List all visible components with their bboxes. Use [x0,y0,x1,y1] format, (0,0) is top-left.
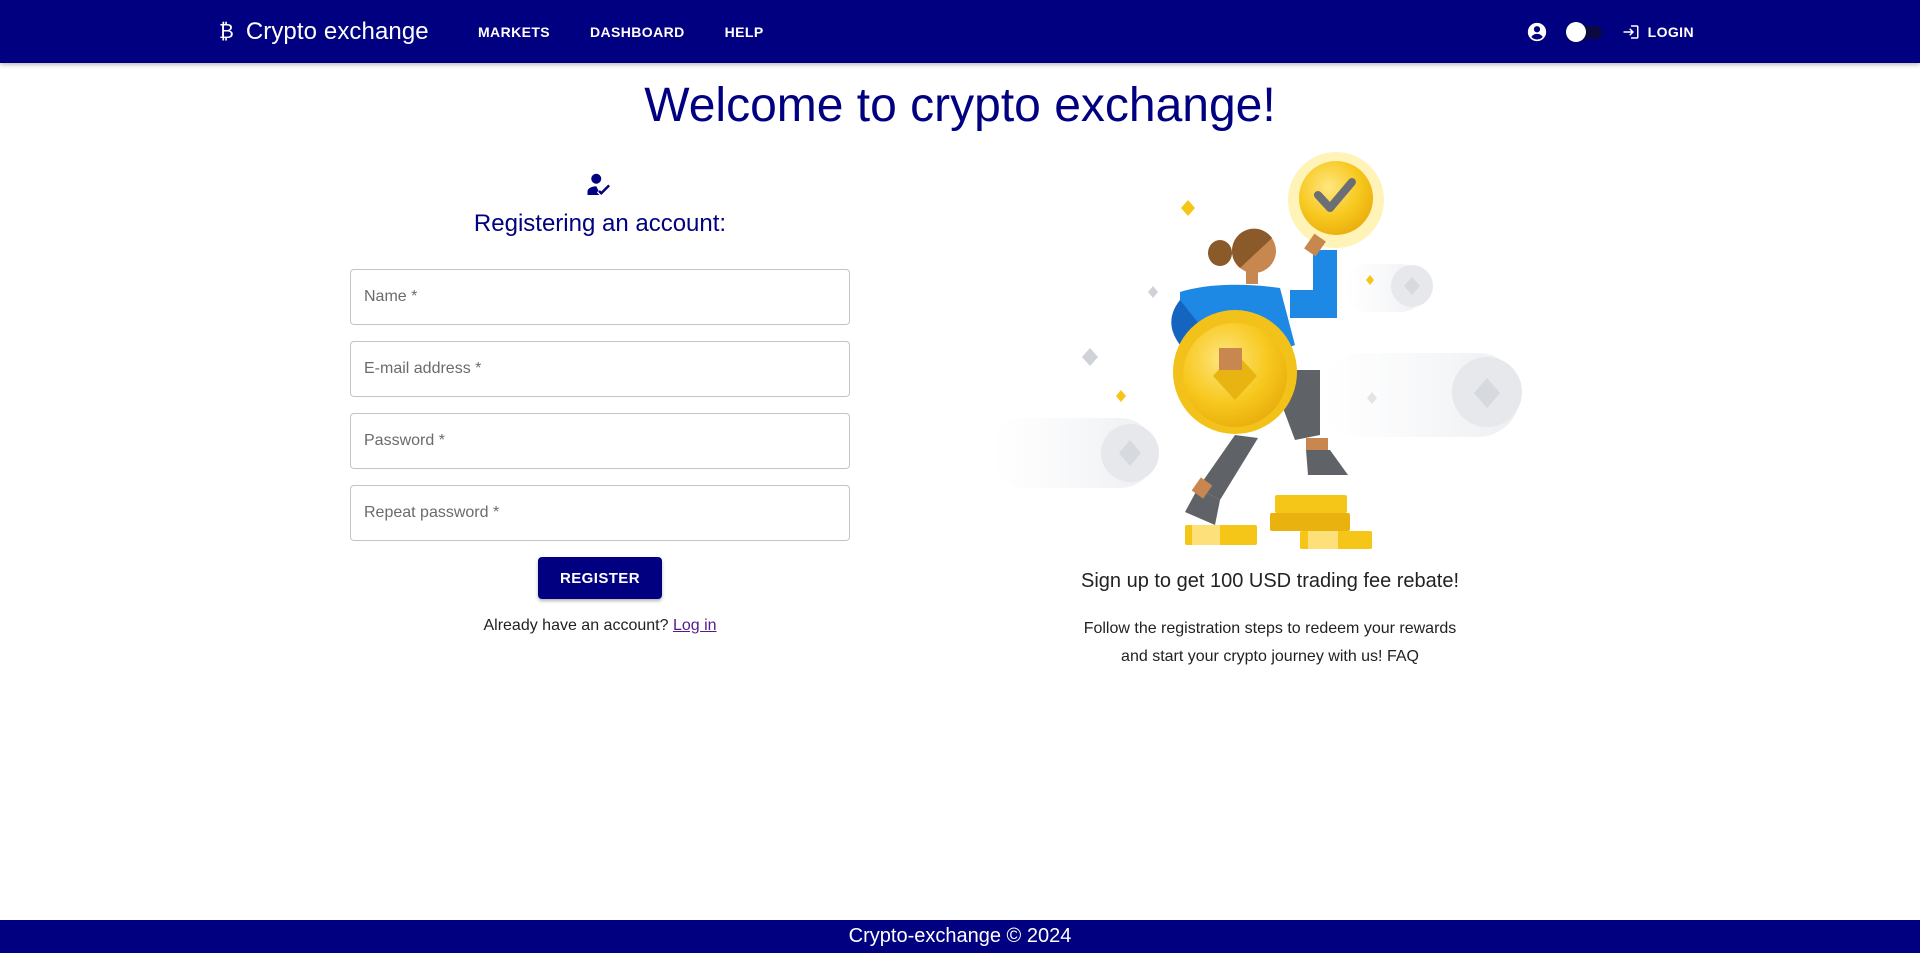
password-placeholder: Password * [364,432,445,449]
login-button[interactable]: LOGIN [1622,23,1694,41]
bitcoin-icon: ₿ [219,19,234,43]
registration-title: Registering an account: [473,210,727,237]
nav-dashboard[interactable]: DASHBOARD [582,16,693,48]
header-tools: LOGIN [1526,0,1694,63]
account-circle-icon[interactable] [1526,21,1548,43]
repeat-password-placeholder: Repeat password * [364,504,500,521]
login-prompt: Already have an account? Log in [350,617,850,635]
brand[interactable]: ₿ Crypto exchange [219,0,429,63]
nav-help[interactable]: HELP [717,16,772,48]
login-link[interactable]: Log in [673,617,717,634]
login-label: LOGIN [1647,23,1694,40]
register-button[interactable]: REGISTER [538,557,662,599]
brand-title: Crypto exchange [245,17,429,45]
toggle-thumb [1565,21,1586,42]
app-bar: ₿ Crypto exchange MARKETS DASHBOARD HELP… [0,0,1920,63]
how-to-reg-icon [587,173,610,195]
promo-text-line-2: and start your crypto journey with us! F… [1121,648,1419,665]
email-field[interactable]: E-mail address * [350,341,850,397]
theme-toggle[interactable] [1565,21,1604,43]
promo-text: Follow the registration steps to redeem … [990,615,1550,671]
registration-form: Registering an account: Name * E-mail ad… [350,170,850,635]
page-title: Welcome to crypto exchange! [644,79,1276,132]
login-prompt-text: Already have an account? [483,617,669,634]
main-nav: MARKETS DASHBOARD HELP [470,0,772,63]
repeat-password-field[interactable]: Repeat password * [350,485,850,541]
name-field[interactable]: Name * [350,269,850,325]
promo-title: Sign up to get 100 USD trading fee rebat… [1080,570,1460,592]
promo-text-line-1: Follow the registration steps to redeem … [1083,620,1457,637]
footer: Crypto-exchange © 2024 [0,920,1920,953]
password-field[interactable]: Password * [350,413,850,469]
email-placeholder: E-mail address * [364,360,482,377]
crypto-rewards-illustration [990,152,1522,549]
login-icon [1623,24,1639,39]
nav-markets[interactable]: MARKETS [470,16,558,48]
name-placeholder: Name * [364,288,418,305]
